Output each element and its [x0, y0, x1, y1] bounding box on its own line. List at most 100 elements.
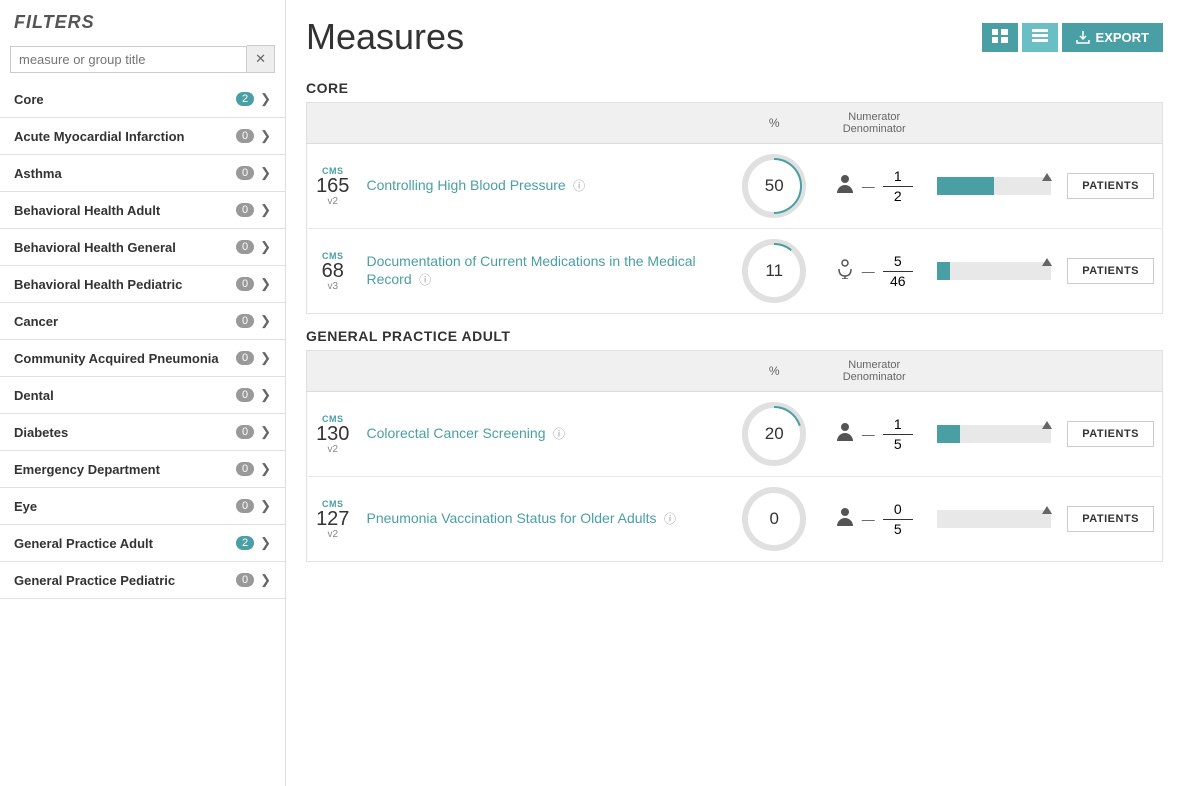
circle-value-core-0: 50 [748, 160, 800, 212]
sidebar-arrow-bhp: ❯ [260, 276, 271, 292]
percent-cell-gpa-1: 0 [729, 477, 819, 562]
cms-number: 165 [315, 176, 351, 196]
filters-title: FILTERS [0, 0, 285, 41]
nd-fraction-core-1: 5 46 [883, 253, 913, 290]
bar-fill-gpa-0 [937, 425, 960, 443]
bar-cell-core-1 [929, 229, 1059, 314]
measure-row-core-0: CMS 165 v2 Controlling High Blood Pressu… [307, 144, 1163, 229]
patients-cell-core-0: PATIENTS [1059, 144, 1162, 229]
search-input[interactable] [10, 46, 247, 73]
sidebar-arrow-bha: ❯ [260, 202, 271, 218]
sidebar-item-bhp[interactable]: Behavioral Health Pediatric0❯ [0, 266, 285, 303]
sidebar-item-label-cap: Community Acquired Pneumonia [14, 351, 236, 366]
nd-cell-core-0: — 1 2 [819, 144, 929, 229]
numerator-core-0: 1 [894, 168, 902, 185]
nd-person-icon-core-0 [836, 174, 854, 199]
sidebar-item-cap[interactable]: Community Acquired Pneumonia0❯ [0, 340, 285, 377]
sidebar-arrow-cancer: ❯ [260, 313, 271, 329]
sidebar-item-label-gpa: General Practice Adult [14, 536, 236, 551]
numerator-gpa-1: 0 [894, 501, 902, 518]
bar-bg-gpa-0 [937, 425, 1051, 443]
section-title-gpa: GENERAL PRACTICE ADULT [306, 328, 1163, 344]
measure-name-link-gpa-0[interactable]: Colorectal Cancer Screening [367, 425, 546, 441]
export-button[interactable]: EXPORT [1062, 23, 1163, 52]
sidebar-arrow-ami: ❯ [260, 128, 271, 144]
percent-cell-core-0: 50 [729, 144, 819, 229]
sidebar-badge-asthma: 0 [236, 166, 254, 180]
sidebar-badge-bha: 0 [236, 203, 254, 217]
sidebar-item-cancer[interactable]: Cancer0❯ [0, 303, 285, 340]
measure-name-link-core-1[interactable]: Documentation of Current Medications in … [367, 253, 696, 287]
bar-container-gpa-1 [937, 504, 1051, 534]
sidebar-badge-diabetes: 0 [236, 425, 254, 439]
bar-marker-core-0 [1042, 173, 1052, 181]
bar-fill-core-1 [937, 262, 950, 280]
patients-button-gpa-1[interactable]: PATIENTS [1067, 506, 1154, 532]
circle-value-core-1: 11 [748, 245, 800, 297]
measure-name-cell-core-1: Documentation of Current Medications in … [359, 229, 730, 314]
sidebar-badge-bhg: 0 [236, 240, 254, 254]
nd-cell-gpa-1: — 0 5 [819, 477, 929, 562]
denominator-core-1: 46 [890, 273, 906, 290]
sidebar-arrow-bhg: ❯ [260, 239, 271, 255]
view-card-button[interactable] [982, 23, 1018, 52]
sidebar-item-dental[interactable]: Dental0❯ [0, 377, 285, 414]
sidebar-item-gpa[interactable]: General Practice Adult2❯ [0, 525, 285, 562]
cms-label: CMS [315, 414, 351, 424]
bar-marker-core-1 [1042, 258, 1052, 266]
patients-button-gpa-0[interactable]: PATIENTS [1067, 421, 1154, 447]
sidebar-item-label-eye: Eye [14, 499, 236, 514]
sidebar-item-label-core: Core [14, 92, 236, 107]
cms-cell-core-1: CMS 68 v3 [307, 229, 359, 314]
cms-version: v2 [315, 444, 351, 455]
col-percent: % [729, 351, 819, 392]
percent-cell-core-1: 11 [729, 229, 819, 314]
sidebar-item-gpp[interactable]: General Practice Pediatric0❯ [0, 562, 285, 599]
sidebar-item-label-ed: Emergency Department [14, 462, 236, 477]
cms-label: CMS [315, 166, 351, 176]
denominator-core-0: 2 [894, 188, 902, 205]
measure-name-cell-core-0: Controlling High Blood Pressure ⓘ [359, 144, 730, 229]
sidebar-item-ed[interactable]: Emergency Department0❯ [0, 451, 285, 488]
percent-cell-gpa-0: 20 [729, 392, 819, 477]
sidebar-arrow-dental: ❯ [260, 387, 271, 403]
sidebar-arrow-eye: ❯ [260, 498, 271, 514]
bar-container-core-1 [937, 256, 1051, 286]
bar-cell-gpa-1 [929, 477, 1059, 562]
numerator-gpa-0: 1 [894, 416, 902, 433]
sidebar-item-bha[interactable]: Behavioral Health Adult0 ❯ [0, 192, 285, 229]
bar-cell-core-0 [929, 144, 1059, 229]
col-nd: Numerator Denominator [819, 103, 929, 144]
sidebar-item-label-bha: Behavioral Health Adult [14, 203, 236, 218]
cms-cell-gpa-0: CMS 130 v2 [307, 392, 359, 477]
measure-name-link-gpa-1[interactable]: Pneumonia Vaccination Status for Older A… [367, 510, 657, 526]
sidebar-item-eye[interactable]: Eye0❯ [0, 488, 285, 525]
view-list-button[interactable] [1022, 23, 1058, 52]
denominator-gpa-0: 5 [894, 436, 902, 453]
sidebar-item-label-dental: Dental [14, 388, 236, 403]
sidebar-item-label-ami: Acute Myocardial Infarction [14, 129, 236, 144]
info-icon-gpa-1: ⓘ [664, 512, 676, 526]
patients-button-core-1[interactable]: PATIENTS [1067, 258, 1154, 284]
patients-button-core-0[interactable]: PATIENTS [1067, 173, 1154, 199]
bar-marker-gpa-0 [1042, 421, 1052, 429]
main-content: Measures EXPORT CORE % Numerator Denomin… [286, 0, 1183, 786]
sidebar-item-ami[interactable]: Acute Myocardial Infarction0❯ [0, 118, 285, 155]
sidebar-badge-bhp: 0 [236, 277, 254, 291]
sidebar-arrow-gpp: ❯ [260, 572, 271, 588]
bar-cell-gpa-0 [929, 392, 1059, 477]
sidebar-item-asthma[interactable]: Asthma0❯ [0, 155, 285, 192]
sidebar-badge-ed: 0 [236, 462, 254, 476]
sidebar-item-diabetes[interactable]: Diabetes0❯ [0, 414, 285, 451]
sidebar-item-core[interactable]: Core2❯ [0, 81, 285, 118]
sidebar-badge-gpp: 0 [236, 573, 254, 587]
nd-person-icon-gpa-1 [836, 507, 854, 532]
sidebar-arrow-core: ❯ [260, 91, 271, 107]
measure-name-link-core-0[interactable]: Controlling High Blood Pressure [367, 177, 566, 193]
main-header: Measures EXPORT [286, 0, 1183, 66]
sidebar-item-label-bhg: Behavioral Health General [14, 240, 236, 255]
sidebar-item-bhg[interactable]: Behavioral Health General0 ❯ [0, 229, 285, 266]
search-clear-button[interactable]: ✕ [247, 45, 275, 73]
bar-fill-core-0 [937, 177, 994, 195]
circle-gauge-core-1: 11 [742, 239, 806, 303]
